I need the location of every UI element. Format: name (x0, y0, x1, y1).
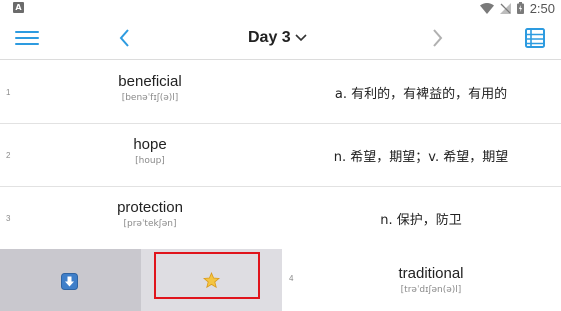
word-block: traditional [trəˈdɪʃən(ə)l] (301, 264, 561, 297)
hamburger-menu-icon (15, 31, 39, 33)
hamburger-menu-line (15, 37, 39, 39)
chevron-left-icon (119, 29, 129, 47)
row-index: 1 (6, 88, 11, 97)
day-selector[interactable]: Day 3 (248, 27, 307, 49)
status-right-group: 2:50 (479, 0, 555, 16)
list-view-button[interactable] (524, 27, 546, 49)
highlight-annotation-box (154, 252, 260, 299)
day-title: Day 3 (248, 29, 291, 46)
word-block: beneficial [benəˈfɪʃ(ə)l] (20, 72, 280, 105)
word-block: protection [prəˈtekʃən] (20, 198, 280, 231)
next-day-button[interactable] (426, 26, 448, 50)
app-notification-icon: A (13, 2, 24, 13)
battery-icon (516, 2, 524, 14)
download-arrow-icon (61, 273, 78, 290)
app-screen: A 2:50 Day 3 1 beneficial [benəˈfɪʃ(ə)l]… (0, 0, 561, 311)
hamburger-menu-line (15, 43, 39, 45)
previous-day-button[interactable] (114, 26, 136, 50)
chevron-down-icon (295, 34, 307, 42)
word-text: protection (117, 199, 183, 216)
list-view-icon (525, 28, 545, 48)
word-phonetic: [prəˈtekʃən] (123, 219, 177, 229)
word-text: hope (133, 136, 167, 153)
word-row[interactable]: 3 protection [prəˈtekʃən] n. 保护，防卫 (0, 187, 561, 250)
word-phonetic: [benəˈfɪʃ(ə)l] (121, 93, 179, 103)
word-text: traditional (398, 265, 464, 282)
chevron-right-icon (433, 29, 443, 47)
word-phonetic: [trəˈdɪʃən(ə)l] (400, 285, 462, 295)
status-bar: A 2:50 (0, 0, 561, 16)
row-index: 4 (289, 274, 294, 283)
word-meaning: a. 有利的，有裨益的，有用的 (334, 87, 508, 102)
menu-button[interactable] (15, 28, 41, 48)
word-block: hope [houp] (20, 135, 280, 168)
word-row[interactable]: 1 beneficial [benəˈfɪʃ(ə)l] a. 有利的，有裨益的，… (0, 61, 561, 124)
status-time: 2:50 (529, 0, 555, 16)
word-row[interactable]: 2 hope [houp] n. 希望，期望；v. 希望，期望 (0, 124, 561, 187)
move-down-action-button[interactable] (0, 249, 141, 311)
swiped-word-row[interactable]: 4 traditional [trəˈdɪʃən(ə)l] (0, 249, 561, 311)
wifi-icon (479, 2, 494, 14)
word-phonetic: [houp] (135, 156, 165, 166)
no-signal-icon (499, 2, 511, 14)
row-index: 2 (6, 151, 11, 160)
word-meaning: n. 保护，防卫 (380, 213, 462, 228)
toolbar: Day 3 (0, 16, 561, 60)
row-index: 3 (6, 214, 11, 223)
word-meaning: n. 希望，期望；v. 希望，期望 (333, 150, 509, 165)
word-text: beneficial (118, 73, 182, 90)
